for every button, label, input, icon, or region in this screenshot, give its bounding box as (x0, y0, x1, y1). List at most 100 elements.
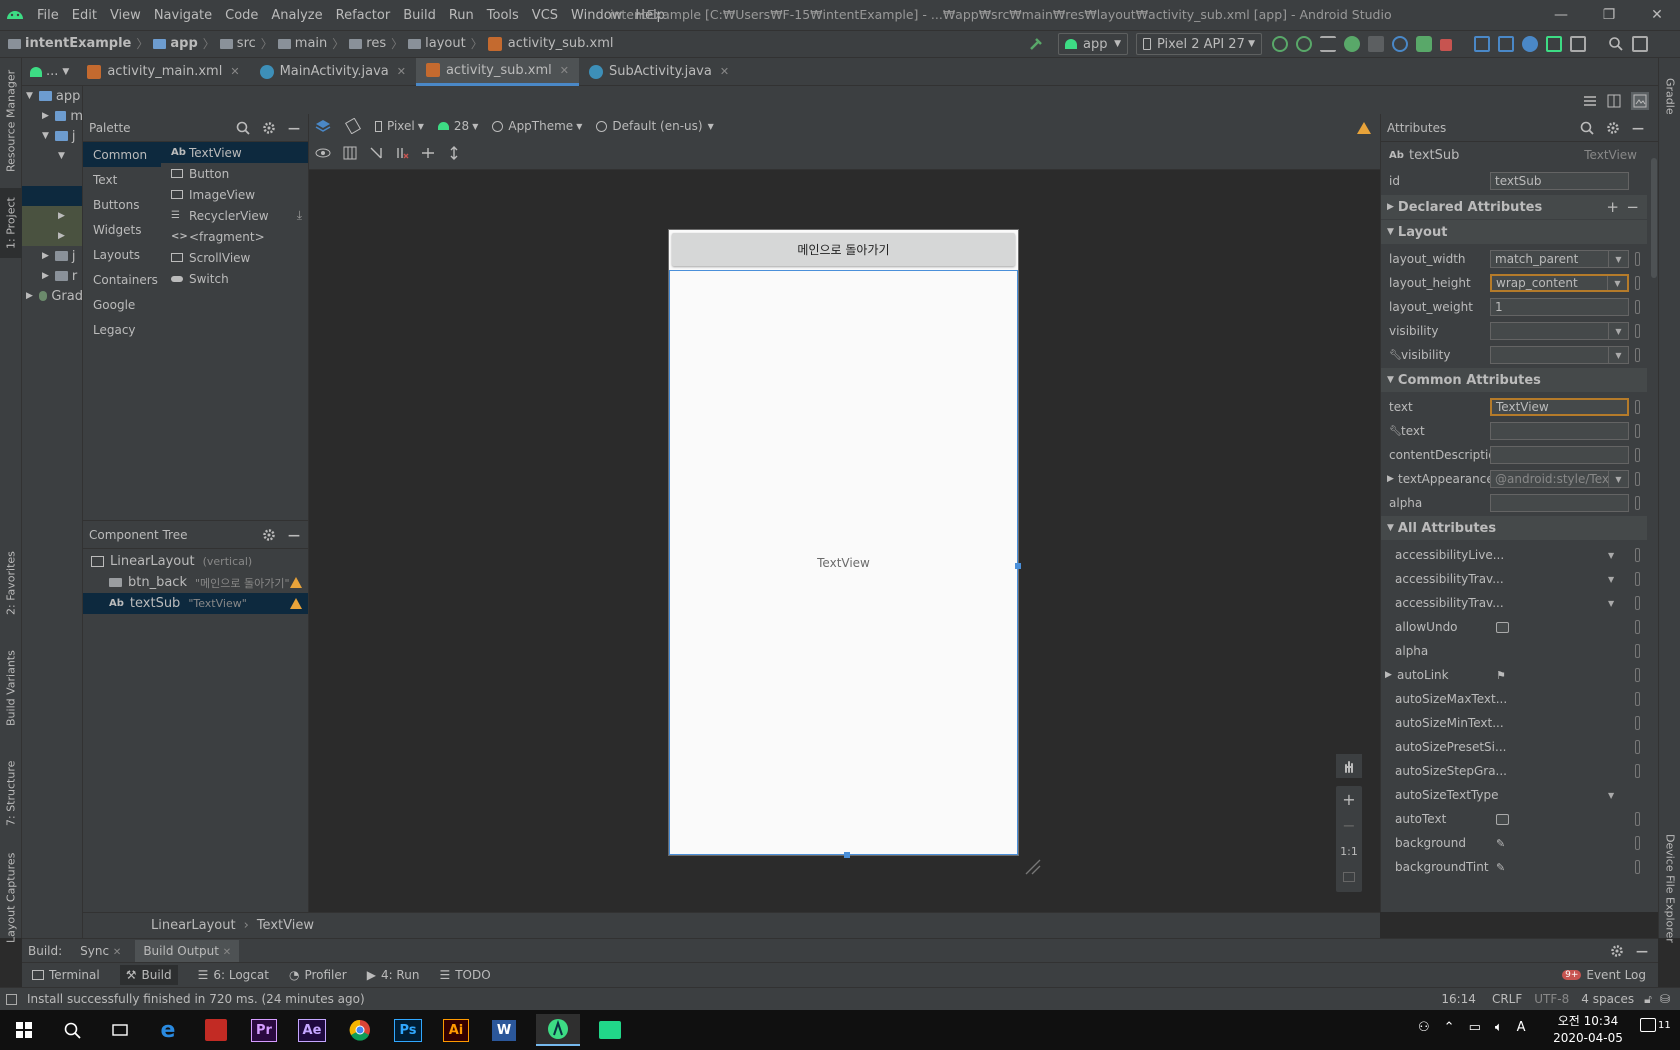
tree-row-test2[interactable]: ▶ (22, 226, 82, 246)
minimize-button[interactable]: — (1538, 0, 1584, 30)
gear-icon[interactable] (1610, 944, 1624, 958)
premiere-icon[interactable]: Pr (248, 1014, 280, 1046)
device-manager-icon[interactable] (1570, 36, 1586, 52)
palette-item-fragment[interactable]: <> <fragment> (161, 226, 308, 247)
remove-attribute-icon[interactable]: − (1626, 198, 1639, 216)
breadcrumb-file[interactable]: activity_sub.xml (487, 36, 614, 51)
sync-icon[interactable] (1320, 36, 1336, 52)
tool-run[interactable]: ▶ 4: Run (367, 968, 420, 982)
lock-icon[interactable]: 🔓︎ (1644, 992, 1652, 1007)
close-icon[interactable]: ✕ (230, 65, 239, 78)
tree-row-package[interactable]: ▼ (22, 146, 82, 166)
event-log[interactable]: 9+ Event Log (1562, 968, 1646, 982)
attr-alpha-input[interactable] (1490, 494, 1629, 512)
chevron-up-icon[interactable]: ⌃ (1444, 1020, 1455, 1035)
android-studio-taskbar-icon[interactable] (536, 1014, 580, 1046)
menu-refactor[interactable]: Refactor (336, 8, 391, 23)
menu-view[interactable]: View (110, 8, 141, 23)
breadcrumb-src[interactable]: src 〉 (219, 35, 278, 52)
breadcrumb-linearlayout[interactable]: LinearLayout (151, 918, 236, 933)
attr-layout-height-select[interactable]: wrap_content ▼ (1490, 274, 1629, 292)
avd-manager-icon[interactable] (1546, 36, 1562, 52)
pin-icon[interactable] (1635, 836, 1640, 850)
illustrator-icon[interactable]: Ai (440, 1014, 472, 1046)
device-select[interactable]: Pixel 2 API 27 ▼ (1136, 33, 1262, 55)
task-view-icon[interactable] (104, 1014, 136, 1046)
section-common-attributes[interactable]: ▼ Common Attributes (1381, 368, 1647, 392)
section-layout[interactable]: ▼ Layout (1381, 220, 1647, 244)
toggle-tool-windows-icon[interactable] (6, 993, 17, 1005)
tree-row-app[interactable]: ▼ app (22, 86, 82, 106)
gear-icon[interactable] (262, 121, 276, 135)
clear-constraints-icon[interactable] (395, 146, 409, 160)
windows-start-icon[interactable] (8, 1014, 40, 1046)
project-structure-icon[interactable] (1474, 36, 1490, 52)
expand-icon[interactable]: ▶ (1385, 670, 1392, 680)
download-icon[interactable]: ⤓ (297, 208, 302, 223)
pin-icon[interactable] (1635, 572, 1640, 586)
palette-item-imageview[interactable]: ImageView (161, 184, 308, 205)
network-icon[interactable]: ▭ (1469, 1020, 1481, 1035)
pin-icon[interactable] (1635, 496, 1640, 510)
attr-content-description-input[interactable] (1490, 446, 1629, 464)
palette-item-textview[interactable]: Ab TextView (161, 142, 308, 163)
chevron-down-icon[interactable]: ▼ (1608, 551, 1614, 560)
action-center[interactable]: 11 (1640, 1018, 1671, 1032)
add-attribute-icon[interactable]: + (1606, 198, 1619, 216)
tool-tab-favorites[interactable]: 2: Favorites (0, 538, 22, 628)
internet-explorer-icon[interactable]: e (152, 1014, 184, 1046)
minimize-icon[interactable]: — (1636, 944, 1648, 958)
tool-profiler[interactable]: ◔ Profiler (289, 968, 347, 982)
pin-icon[interactable] (1635, 620, 1640, 634)
chevron-down-icon[interactable]: ▼ (1608, 791, 1614, 800)
palette-item-recyclerview[interactable]: ☰ RecyclerView ⤓ (161, 205, 308, 226)
sdk-manager-icon[interactable] (1498, 36, 1514, 52)
make-project-icon[interactable] (1028, 36, 1044, 52)
pin-icon[interactable] (1635, 300, 1640, 314)
palette-item-button[interactable]: Button (161, 163, 308, 184)
run-config-select[interactable]: app ▼ (1058, 33, 1128, 55)
scrollbar[interactable] (1651, 158, 1657, 278)
caret-position[interactable]: 16:14 (1441, 992, 1476, 1006)
minimize-icon[interactable]: — (1632, 121, 1644, 135)
pin-icon[interactable] (1635, 348, 1640, 362)
search-icon[interactable] (56, 1014, 88, 1046)
search-icon[interactable] (236, 121, 250, 135)
tool-tab-project[interactable]: 1: Project (0, 188, 22, 258)
tree-node-linearlayout[interactable]: LinearLayout (vertical) (83, 551, 308, 572)
tree-row-selected[interactable] (22, 186, 82, 206)
tree-row-test[interactable]: ▶ (22, 206, 82, 226)
profile-icon[interactable] (1392, 36, 1408, 52)
pin-icon[interactable] (1635, 472, 1640, 486)
resize-handle-right[interactable] (1015, 562, 1021, 569)
menu-edit[interactable]: Edit (72, 8, 97, 23)
tabs-overflow[interactable]: ... ▼ (22, 58, 77, 86)
pin-icon[interactable] (1635, 252, 1640, 266)
pin-icon[interactable] (1635, 548, 1640, 562)
zoom-in-button[interactable]: + (1336, 786, 1362, 812)
resize-handle-bottom[interactable] (843, 852, 850, 858)
indent-setting[interactable]: 4 spaces (1581, 992, 1634, 1006)
pin-icon[interactable] (1635, 668, 1640, 682)
breadcrumb-res[interactable]: res 〉 (349, 35, 408, 52)
warning-icon[interactable] (290, 577, 302, 588)
close-icon[interactable]: ✕ (223, 947, 231, 958)
pin-icon[interactable] (1635, 644, 1640, 658)
locale-dropdown[interactable]: Default (en-us) ▼ (596, 119, 714, 133)
menu-vcs[interactable]: VCS (532, 8, 558, 23)
tool-tab-device-file-explorer[interactable]: Device File Explorer (1659, 834, 1680, 943)
device-preview[interactable]: 메인으로 돌아가기 TextView (668, 229, 1021, 858)
tab-activity-sub-xml[interactable]: activity_sub.xml ✕ (415, 57, 579, 86)
section-all-attributes[interactable]: ▼ All Attributes (1381, 516, 1647, 540)
pack-vertical-icon[interactable] (447, 146, 461, 160)
apply-code-changes-icon[interactable] (1296, 36, 1312, 52)
section-declared-attributes[interactable]: ▶ Declared Attributes + − (1381, 195, 1647, 219)
stop-icon[interactable] (1440, 39, 1452, 51)
eyedropper-icon[interactable]: ✎ (1496, 837, 1505, 850)
gear-icon[interactable] (1606, 121, 1620, 135)
close-icon[interactable]: ✕ (560, 64, 569, 77)
expand-icon[interactable]: ▶ (1387, 474, 1394, 484)
apply-changes-icon[interactable] (1272, 36, 1288, 52)
close-icon[interactable]: ✕ (397, 65, 406, 78)
pin-icon[interactable] (1635, 276, 1640, 290)
